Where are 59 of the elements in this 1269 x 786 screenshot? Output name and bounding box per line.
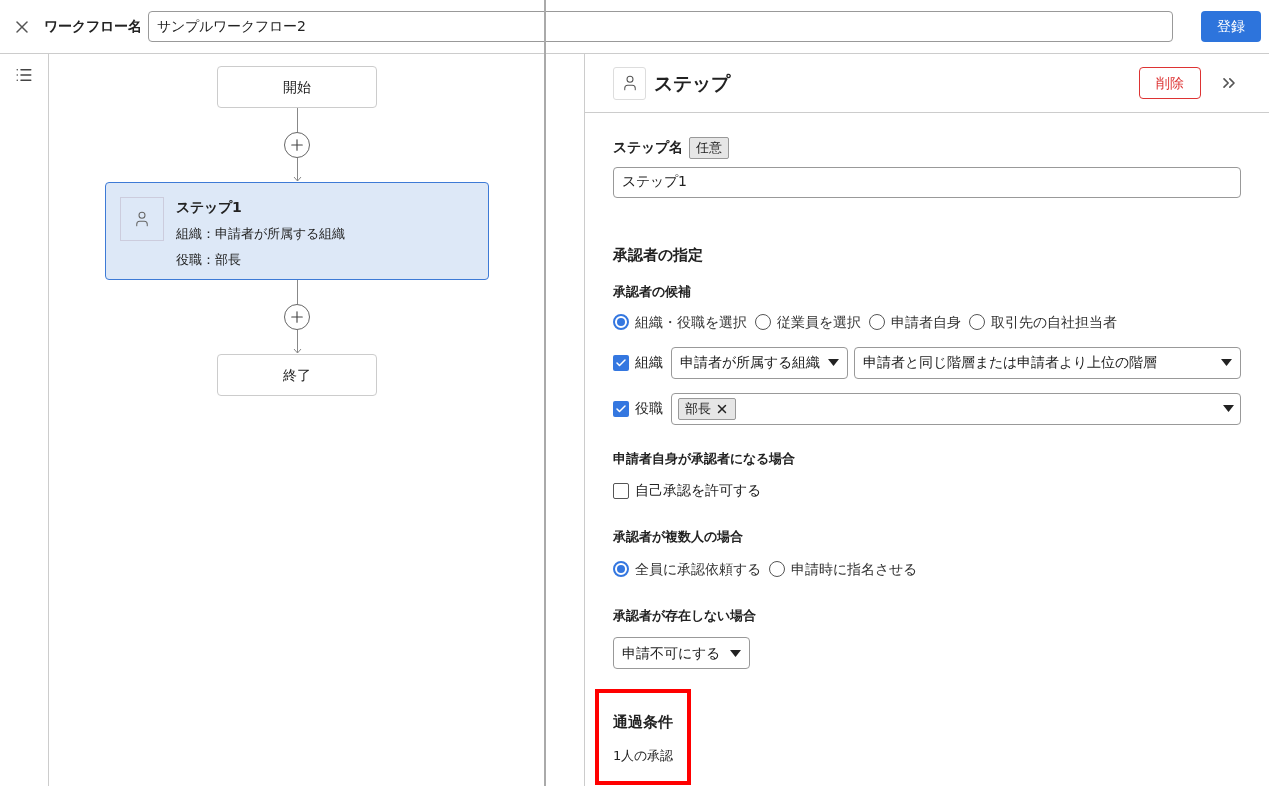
step-node[interactable]: ステップ1 組織：申請者が所属する組織 役職：部長 — [105, 182, 489, 280]
filter-label: 役職 — [635, 399, 664, 418]
filter-label: 組織 — [635, 353, 664, 372]
dropdown[interactable]: 申請不可にする — [613, 637, 750, 669]
radio-option[interactable]: 取引先の自社担当者 — [969, 311, 1117, 333]
tag-chip[interactable]: 部長 — [678, 397, 736, 420]
checkbox[interactable] — [613, 482, 629, 499]
start-node[interactable]: 開始 — [217, 66, 377, 108]
connector-arrow — [292, 330, 302, 354]
dropdown-value: 申請者と同じ階層または申請者より上位の階層 — [863, 353, 1157, 372]
dropdown[interactable]: 申請者と同じ階層または申請者より上位の階層 — [854, 346, 1241, 379]
dropdown-caret-icon — [730, 649, 741, 657]
radio-option[interactable]: 申請時に指名させる — [769, 558, 917, 580]
connector-arrow — [292, 158, 302, 182]
person-icon — [133, 210, 151, 228]
add-step-button[interactable] — [284, 304, 310, 330]
subsection-heading: 承認者が複数人の場合 — [613, 528, 744, 546]
delete-button[interactable]: 削除 — [1139, 67, 1201, 99]
radio-option[interactable]: 従業員を選択 — [755, 311, 861, 333]
checkmark-icon — [615, 402, 627, 415]
radio-button[interactable] — [613, 561, 629, 577]
register-button[interactable]: 登録 — [1201, 11, 1261, 42]
dropdown-value: 申請不可にする — [622, 643, 720, 663]
plus-icon — [288, 308, 306, 326]
radio-option[interactable]: 組織・役職を選択 — [613, 311, 747, 333]
dropdown[interactable]: 申請者が所属する組織 — [671, 346, 848, 379]
multi-select[interactable]: 部長 — [671, 392, 1241, 425]
section-heading: 通過条件 — [613, 712, 674, 733]
add-step-button[interactable] — [284, 132, 310, 158]
checkbox-option[interactable]: 自己承認を許可する — [613, 480, 1241, 501]
subsection-heading: 承認者が存在しない場合 — [613, 606, 757, 625]
splitter-handle[interactable] — [544, 0, 546, 786]
section-heading: 承認者の指定 — [613, 244, 704, 266]
workflow-name-field[interactable]: サンプルワークフロー2 — [148, 11, 1173, 42]
step-title: ステップ1 — [176, 198, 243, 217]
subsection-heading: 承認者の候補 — [613, 283, 692, 301]
optional-badge: 任意 — [689, 137, 729, 159]
plus-icon — [288, 136, 306, 154]
radio-option[interactable]: 申請者自身 — [869, 311, 961, 333]
radio-button[interactable] — [613, 314, 629, 330]
dropdown-caret-icon — [1221, 359, 1232, 366]
checkbox[interactable] — [613, 354, 629, 371]
panel-title: ステップ — [654, 70, 730, 96]
dropdown-value: 申請者が所属する組織 — [680, 353, 820, 372]
step-name-field[interactable]: ステップ1 — [613, 166, 1241, 198]
end-node[interactable]: 終了 — [217, 354, 377, 396]
workflow-name-label: ワークフロー名 — [44, 17, 142, 36]
step-detail: 組織：申請者が所属する組織 — [176, 225, 345, 243]
step-detail: 役職：部長 — [176, 250, 242, 269]
dropdown-caret-icon — [1223, 405, 1234, 412]
list-icon[interactable] — [15, 66, 33, 84]
subsection-heading: 申請者自身が承認者になる場合 — [613, 449, 796, 468]
checkbox[interactable] — [613, 400, 629, 417]
tag-text: 部長 — [685, 399, 711, 418]
radio-option[interactable]: 全員に承認依頼する — [613, 558, 761, 580]
dropdown-caret-icon — [828, 359, 839, 366]
pass-condition-text: 1人の承認 — [613, 746, 674, 765]
field-label: ステップ名 — [613, 138, 683, 158]
checkmark-icon — [615, 356, 627, 369]
